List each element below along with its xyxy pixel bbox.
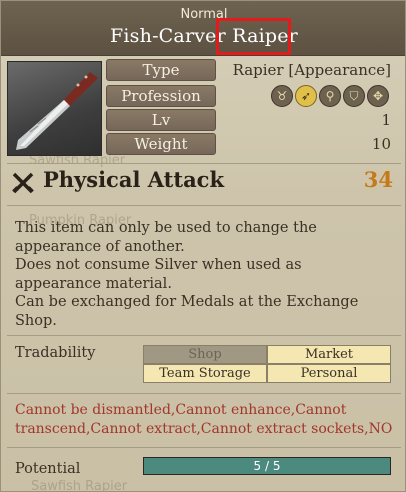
- description-line: Can be exchanged for Medals at the Excha…: [15, 294, 359, 310]
- bow-icon: ➶: [295, 85, 317, 107]
- restrictions-text: Cannot be dismantled,Cannot enhance,Cann…: [15, 401, 400, 439]
- attack-value: 34: [363, 167, 393, 192]
- potential-value: 5 / 5: [253, 459, 281, 473]
- tooltip-header: Normal Fish-Carver Raiper: [1, 1, 405, 56]
- trade-cell-personal: Personal: [267, 364, 391, 383]
- item-grade: Normal: [180, 7, 228, 22]
- profession-icons: ♉ ➶ ⚲ ⛉ ✥: [271, 85, 389, 107]
- divider: [7, 163, 401, 164]
- crossed-swords-icon: [12, 172, 34, 194]
- background-list-item: Sawfish Rapier: [31, 479, 128, 492]
- divider: [7, 447, 401, 448]
- divider: [7, 205, 401, 206]
- horns-icon: ♉: [271, 85, 293, 107]
- description-line: This item can only be used to change the: [15, 220, 317, 236]
- tradability-grid: Shop Market Team Storage Personal: [143, 345, 391, 383]
- divider: [7, 393, 401, 394]
- item-description: This item can only be used to change the…: [15, 219, 395, 330]
- trade-cell-shop: Shop: [143, 345, 267, 364]
- stat-label-type: Type: [106, 59, 216, 81]
- stat-value-weight: 10: [371, 135, 391, 153]
- cross-icon: ✥: [367, 85, 389, 107]
- knife-icon: [16, 72, 98, 150]
- potential-bar: 5 / 5: [143, 457, 391, 475]
- shield-icon: ⛉: [343, 85, 365, 107]
- description-line: appearance of another.: [15, 238, 185, 255]
- stat-label-weight: Weight: [106, 133, 216, 155]
- stat-label-profession: Profession: [106, 85, 216, 107]
- item-tooltip: Sawfish Rapier Pumpkin Rapier Sawfish Ra…: [0, 0, 406, 492]
- restriction-line: Cannot be dismantled,Cannot enhance,Cann…: [15, 402, 347, 418]
- item-image: [7, 61, 102, 156]
- stat-value-lv: 1: [381, 111, 391, 129]
- stat-label-lv: Lv: [106, 109, 216, 131]
- attack-row: Physical Attack 34: [11, 167, 397, 197]
- description-line: Does not consume Silver when used as: [15, 257, 302, 273]
- attack-label: Physical Attack: [43, 167, 225, 192]
- tradability-label: Tradability: [15, 345, 96, 361]
- trade-cell-market: Market: [267, 345, 391, 364]
- description-line: appearance material.: [15, 275, 172, 292]
- divider: [7, 335, 401, 336]
- potential-label: Potential: [15, 461, 81, 477]
- description-line: Shop.: [15, 312, 57, 329]
- stat-value-type: Rapier [Appearance]: [232, 61, 391, 79]
- item-name: Fish-Carver Raiper: [110, 25, 298, 47]
- key-icon: ⚲: [319, 85, 341, 107]
- highlight-box: [216, 18, 291, 55]
- restriction-line: transcend,Cannot extract,Cannot extract …: [15, 421, 393, 437]
- trade-cell-team-storage: Team Storage: [143, 364, 267, 383]
